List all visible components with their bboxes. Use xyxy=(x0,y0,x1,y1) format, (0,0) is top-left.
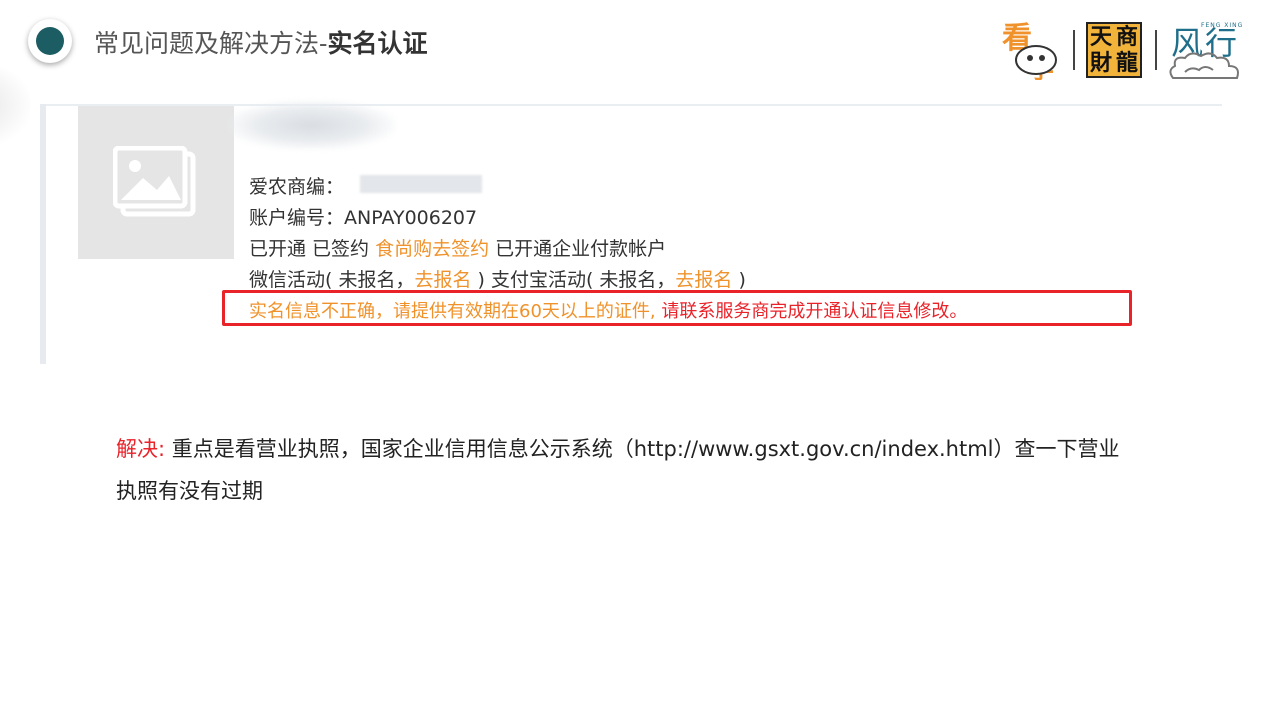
account-id-row: 账户编号：ANPAY006207 xyxy=(249,207,478,229)
logo-divider xyxy=(1073,30,1075,70)
sign-link[interactable]: 食尚购去签约 xyxy=(375,238,489,260)
solution-text: 解决: 重点是看营业执照，国家企业信用信息公示系统（http://www.gsx… xyxy=(116,437,1120,503)
status-row: 已开通 已签约 食尚购去签约 已开通企业付款帐户 xyxy=(249,238,667,260)
alert-message: 实名信息不正确，请提供有效期在60天以上的证件, 请联系服务商完成开通认证信息修… xyxy=(249,301,968,322)
page-title: 常见问题及解决方法-实名认证 xyxy=(94,29,428,58)
blurred-merchant-id xyxy=(360,175,482,193)
side-shade xyxy=(0,60,30,150)
image-placeholder-icon xyxy=(113,145,196,216)
solution-label: 解决: xyxy=(116,437,166,461)
blurred-merchant-name xyxy=(226,100,396,150)
merchant-id-row: 爱农商编： xyxy=(249,176,345,198)
placeholder-image xyxy=(78,106,234,259)
cloud-icon xyxy=(1169,52,1239,79)
card-border-left xyxy=(40,104,46,364)
tianshang-logo: 天 商 財 龍 xyxy=(1086,22,1142,78)
activity-row: 微信活动( 未报名，去报名 ) 支付宝活动( 未报名，去报名 ) xyxy=(249,269,746,291)
fengxing-logo: 风行 FENG XING xyxy=(1165,18,1245,84)
alipay-signup-link[interactable]: 去报名 xyxy=(675,269,732,291)
wechat-signup-link[interactable]: 去报名 xyxy=(414,269,471,291)
title-bullet-icon xyxy=(28,19,72,63)
kanxue-logo-icon: 看 学 xyxy=(1002,21,1057,80)
logo-divider xyxy=(1155,30,1157,70)
